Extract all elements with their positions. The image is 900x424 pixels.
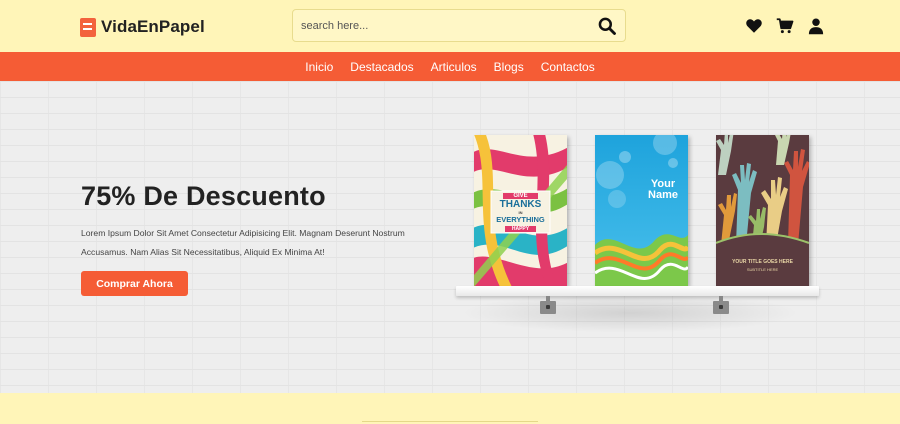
header-actions <box>745 17 825 35</box>
search-bar <box>292 9 626 42</box>
book-3-line-2: SUBTITLE HERE <box>746 267 779 272</box>
logo-text: VidaEnPapel <box>101 17 205 36</box>
book-1-text: GIVE THANKS IN EVERYTHING HAPPY <box>491 191 550 232</box>
search-input[interactable] <box>301 10 581 41</box>
next-section <box>0 393 900 424</box>
cart-icon[interactable] <box>776 17 794 35</box>
book-1-line-4: EVERYTHING <box>496 215 545 224</box>
bookshelf-illustration: GIVE THANKS IN EVERYTHING HAPPY Your Nam… <box>440 121 840 333</box>
nav-item-articulos[interactable]: Articulos <box>431 60 477 74</box>
book-icon <box>80 17 96 37</box>
book-3-text: YOUR TITLE GOES HERE SUBTITLE HERE <box>720 259 805 273</box>
book-3-line-1: YOUR TITLE GOES HERE <box>732 259 793 265</box>
user-icon[interactable] <box>807 17 825 35</box>
search-icon[interactable] <box>597 16 617 36</box>
hero-description: Lorem Ipsum Dolor Sit Amet Consectetur A… <box>81 228 405 257</box>
buy-now-button[interactable]: Comprar Ahora <box>81 271 188 296</box>
logo[interactable]: VidaEnPapel <box>80 16 205 38</box>
shelf-bracket-left <box>540 296 556 314</box>
book-2-line-2: Name <box>648 189 678 201</box>
book-cover-give-thanks[interactable]: GIVE THANKS IN EVERYTHING HAPPY <box>474 135 567 286</box>
book-1-line-2: THANKS <box>499 199 542 210</box>
book-cover-your-name[interactable]: Your Name <box>595 135 688 286</box>
nav-item-inicio[interactable]: Inicio <box>305 60 333 74</box>
book-2-text: Your Name <box>643 179 683 201</box>
header: VidaEnPapel <box>0 0 900 52</box>
nav-item-blogs[interactable]: Blogs <box>494 60 524 74</box>
book-1-line-5: HAPPY <box>505 226 536 232</box>
book-cover-hands[interactable]: YOUR TITLE GOES HERE SUBTITLE HERE <box>716 135 809 286</box>
hero-banner: 75% De Descuento Lorem Ipsum Dolor Sit A… <box>0 81 900 393</box>
shelf-shadow <box>460 293 800 333</box>
hero-title: 75% De Descuento <box>81 181 326 211</box>
main-nav: Inicio Destacados Articulos Blogs Contac… <box>0 52 900 81</box>
heart-icon[interactable] <box>745 17 763 35</box>
shelf-bracket-right <box>713 296 729 314</box>
section-divider <box>362 421 538 422</box>
nav-item-contactos[interactable]: Contactos <box>541 60 595 74</box>
shelf-board <box>456 286 819 296</box>
nav-item-destacados[interactable]: Destacados <box>350 60 413 74</box>
book-art <box>595 135 688 286</box>
